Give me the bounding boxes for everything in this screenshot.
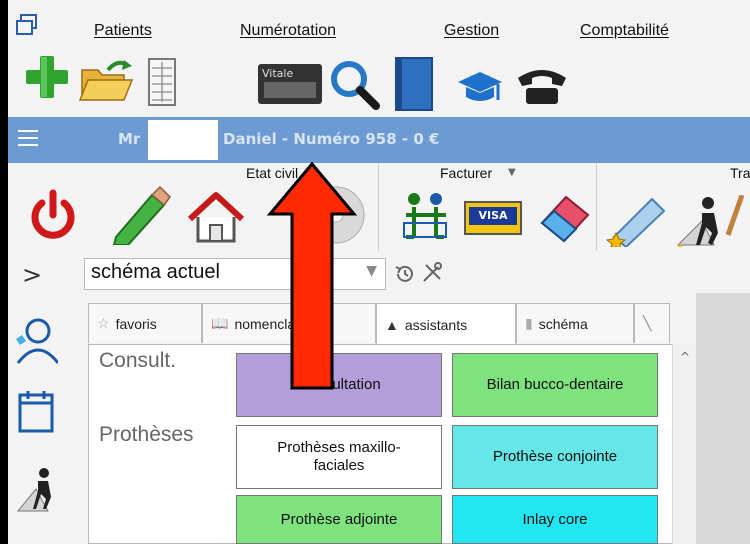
bilan-bucco-dentaire-button[interactable]: Bilan bucco-dentaire — [452, 353, 658, 417]
protheses-maxillo-faciales-button[interactable]: Prothèses maxillo-faciales — [236, 425, 442, 489]
worker-sidebar-icon[interactable] — [16, 467, 60, 513]
history-icon[interactable] — [394, 263, 416, 285]
schema-row: schéma actuel ▼ — [78, 253, 750, 293]
vertical-scrollbar[interactable]: ^ — [672, 344, 697, 544]
tooth-icon: ▮ — [525, 315, 533, 331]
patient-bar: Mr Daniel - Numéro 958 - 0 € — [8, 117, 750, 163]
tab-assistants[interactable]: ▲ assistants — [376, 303, 516, 345]
search-icon[interactable] — [328, 58, 380, 110]
open-book-icon: 📖 — [211, 315, 229, 331]
graduation-icon[interactable] — [456, 70, 504, 108]
instrument-icon: ╲ — [643, 315, 652, 331]
menu-comptabilite[interactable]: Comptabilité — [580, 22, 669, 40]
patient-profile-icon[interactable] — [14, 317, 58, 365]
calendar-icon[interactable] — [18, 389, 54, 433]
book-icon[interactable] — [392, 56, 436, 112]
tab-favoris[interactable]: ☆ favoris — [88, 303, 202, 343]
pencil-star-icon[interactable] — [606, 187, 670, 247]
tab-label: assistants — [404, 316, 468, 333]
open-folder-icon[interactable] — [78, 56, 134, 104]
expand-chevron-icon[interactable]: > — [22, 261, 42, 289]
hamburger-menu-icon[interactable] — [18, 130, 38, 148]
facturer-label[interactable]: Facturer — [440, 165, 492, 181]
worker-icon[interactable] — [672, 195, 750, 247]
prothese-conjointe-button[interactable]: Prothèse conjointe — [452, 425, 658, 489]
pencil-icon[interactable] — [108, 185, 174, 245]
vitale-card-label: Vitale — [262, 67, 294, 80]
menu-numerotation[interactable]: Numérotation — [240, 22, 336, 40]
traitement-label: Tra — [730, 165, 750, 181]
category-protheses: Prothèses — [99, 423, 194, 446]
patient-lastname-field[interactable] — [148, 120, 218, 160]
add-patient-icon[interactable] — [24, 54, 70, 100]
tab-label: schéma — [538, 315, 588, 332]
dropdown-arrow-icon[interactable]: ▼ — [366, 263, 377, 279]
prothese-adjointe-button[interactable]: Prothèse adjointe — [236, 495, 442, 544]
menu-gestion[interactable]: Gestion — [444, 22, 499, 40]
tab-bar: ☆ favoris 📖 nomenclature ▲ assistants ▮ … — [88, 303, 750, 345]
red-up-arrow-annotation — [266, 161, 358, 390]
scroll-up-icon[interactable]: ^ — [680, 350, 690, 364]
facturer-dropdown-icon[interactable]: ▼ — [508, 167, 516, 178]
schema-selected-value: schéma actuel — [91, 261, 220, 283]
star-icon: ☆ — [97, 315, 110, 331]
home-icon[interactable] — [186, 191, 246, 245]
wizard-hat-icon: ▲ — [385, 316, 399, 333]
tab-label: favoris — [115, 315, 157, 332]
spreadsheet-icon[interactable] — [148, 58, 176, 106]
eraser-icon[interactable] — [536, 189, 592, 243]
tools-icon[interactable] — [420, 261, 444, 285]
left-sidebar: > — [8, 253, 78, 544]
inlay-core-button[interactable]: Inlay core — [452, 495, 658, 544]
window-restore-icon[interactable] — [16, 14, 38, 36]
family-icon[interactable] — [402, 191, 450, 243]
right-gray-area — [696, 293, 750, 544]
main-toolbar: Vitale — [8, 50, 750, 116]
patient-info: Daniel - Numéro 958 - 0 € — [223, 130, 440, 148]
menu-patients[interactable]: Patients — [94, 22, 152, 40]
tab-schema[interactable]: ▮ schéma — [516, 303, 634, 343]
app-window: Patients Numérotation Gestion Comptabili… — [8, 0, 750, 544]
menu-bar: Patients Numérotation Gestion Comptabili… — [8, 0, 750, 50]
patient-title: Mr — [118, 130, 141, 148]
visa-text: VISA — [469, 207, 517, 225]
tab-instrument[interactable]: ╲ — [634, 303, 670, 343]
category-consult: Consult. — [99, 349, 177, 372]
secondary-toolbar: Etat civil Facturer ▼ Tra VISA — [8, 163, 750, 254]
power-icon[interactable] — [28, 189, 78, 243]
vitale-card-icon[interactable]: Vitale — [258, 64, 322, 104]
credit-card-icon[interactable]: VISA — [464, 201, 522, 235]
telephone-icon[interactable] — [514, 66, 570, 106]
